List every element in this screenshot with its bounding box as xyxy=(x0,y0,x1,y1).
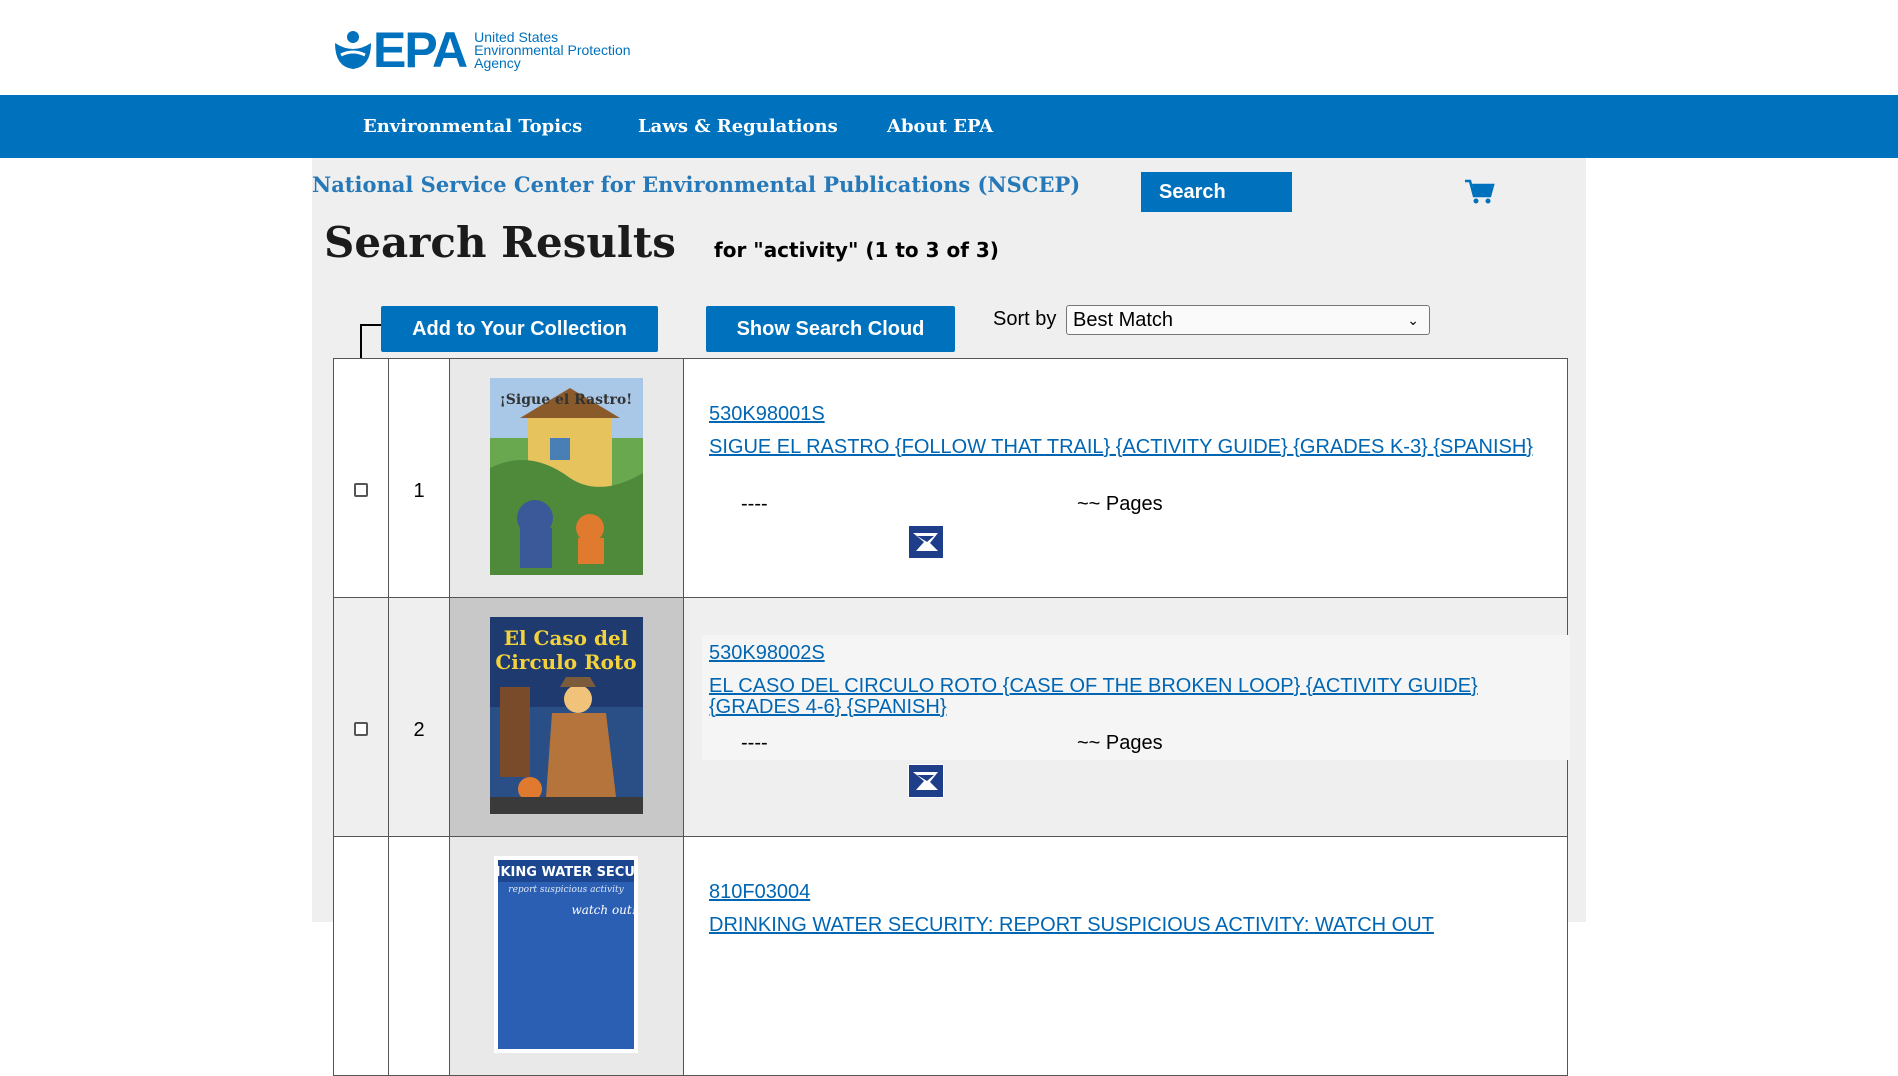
usps-mail-icon[interactable] xyxy=(908,525,944,559)
cover-thumbnail[interactable]: DRINKING WATER SECURITY report suspiciou… xyxy=(494,856,638,1053)
epa-flower-icon xyxy=(333,29,373,71)
select-bracket-top xyxy=(360,324,382,326)
table-row: 1 ¡Sigue el Rastro! 530K98001S SIGUE EL … xyxy=(334,359,1567,598)
row-checkbox[interactable] xyxy=(354,483,368,497)
cover-thumbnail[interactable]: ¡Sigue el Rastro! xyxy=(490,378,643,575)
nscep-title[interactable]: National Service Center for Environmenta… xyxy=(312,172,1080,197)
row-thumb-cell: El Caso del Circulo Roto xyxy=(450,598,684,836)
svg-text:watch out!: watch out! xyxy=(571,903,636,917)
publication-date: ---- xyxy=(741,732,768,754)
search-button[interactable]: Search xyxy=(1141,172,1292,212)
table-row: DRINKING WATER SECURITY report suspiciou… xyxy=(334,837,1567,1076)
sort-by-label: Sort by xyxy=(993,308,1057,330)
epa-logo[interactable]: EPA United States Environmental Protecti… xyxy=(333,22,644,78)
row-detail-cell: 530K98001S SIGUE EL RASTRO {FOLLOW THAT … xyxy=(684,359,1567,597)
table-row: 2 El Caso del Circulo Roto 530K98002S EL… xyxy=(334,598,1570,837)
page-count: ~~ Pages xyxy=(1077,493,1163,515)
results-summary: for "activity" (1 to 3 of 3) xyxy=(714,238,999,262)
row-detail-cell: 530K98002S EL CASO DEL CIRCULO ROTO {CAS… xyxy=(684,598,1570,836)
svg-text:El Caso del: El Caso del xyxy=(504,626,629,650)
publication-title-link[interactable]: EL CASO DEL CIRCULO ROTO {CASE OF THE BR… xyxy=(709,676,1559,718)
page-count: ~~ Pages xyxy=(1077,732,1163,754)
publication-id-link[interactable]: 530K98002S xyxy=(709,642,825,665)
agency-line-3: Agency xyxy=(474,54,521,71)
add-to-collection-button[interactable]: Add to Your Collection xyxy=(381,306,658,352)
publication-date: ---- xyxy=(741,493,768,515)
svg-text:Circulo Roto: Circulo Roto xyxy=(495,650,636,674)
usps-mail-icon[interactable] xyxy=(908,764,944,798)
row-number-cell: 1 xyxy=(389,359,450,597)
page-title: Search Results xyxy=(324,218,676,267)
row-select-cell xyxy=(334,837,389,1075)
svg-text:report suspicious activity: report suspicious activity xyxy=(508,885,624,895)
sort-select[interactable]: Best Match ⌄ xyxy=(1066,305,1430,335)
row-detail-cell: 810F03004 DRINKING WATER SECURITY: REPOR… xyxy=(684,837,1567,1075)
publication-title-link[interactable]: SIGUE EL RASTRO {FOLLOW THAT TRAIL} {ACT… xyxy=(709,437,1559,458)
nav-laws-regulations[interactable]: Laws & Regulations xyxy=(638,95,838,158)
chevron-down-icon: ⌄ xyxy=(1407,312,1419,328)
row-number: 2 xyxy=(413,719,425,741)
logo-wordmark: EPA xyxy=(373,22,468,78)
row-thumb-cell: ¡Sigue el Rastro! xyxy=(450,359,684,597)
results-table: 1 ¡Sigue el Rastro! 530K98001S SIGUE EL … xyxy=(333,358,1570,1076)
row-number: 1 xyxy=(413,480,425,502)
row-number-cell xyxy=(389,837,450,1075)
row-number-cell: 2 xyxy=(389,598,450,836)
row-thumb-cell: DRINKING WATER SECURITY report suspiciou… xyxy=(450,837,684,1075)
publication-id-link[interactable]: 530K98001S xyxy=(709,403,825,426)
publication-title-link[interactable]: DRINKING WATER SECURITY: REPORT SUSPICIO… xyxy=(709,915,1559,936)
nav-about-epa[interactable]: About EPA xyxy=(887,95,993,158)
svg-text:¡Sigue el Rastro!: ¡Sigue el Rastro! xyxy=(500,392,633,408)
site-header: EPA United States Environmental Protecti… xyxy=(0,0,1898,95)
cart-icon[interactable] xyxy=(1464,178,1496,206)
sort-select-value: Best Match xyxy=(1073,309,1174,331)
nav-environmental-topics[interactable]: Environmental Topics xyxy=(363,95,582,158)
content-panel: National Service Center for Environmenta… xyxy=(312,158,1586,1076)
publication-id-link[interactable]: 810F03004 xyxy=(709,881,810,904)
row-select-cell xyxy=(334,359,389,597)
row-select-cell xyxy=(334,598,389,836)
svg-text:DRINKING WATER SECURITY: DRINKING WATER SECURITY xyxy=(494,865,638,880)
cover-thumbnail[interactable]: El Caso del Circulo Roto xyxy=(490,617,643,814)
agency-name: United States Environmental Protection A… xyxy=(474,30,644,71)
show-search-cloud-button[interactable]: Show Search Cloud xyxy=(706,306,955,352)
main-nav: Environmental Topics Laws & Regulations … xyxy=(0,95,1898,158)
row-checkbox[interactable] xyxy=(354,722,368,736)
